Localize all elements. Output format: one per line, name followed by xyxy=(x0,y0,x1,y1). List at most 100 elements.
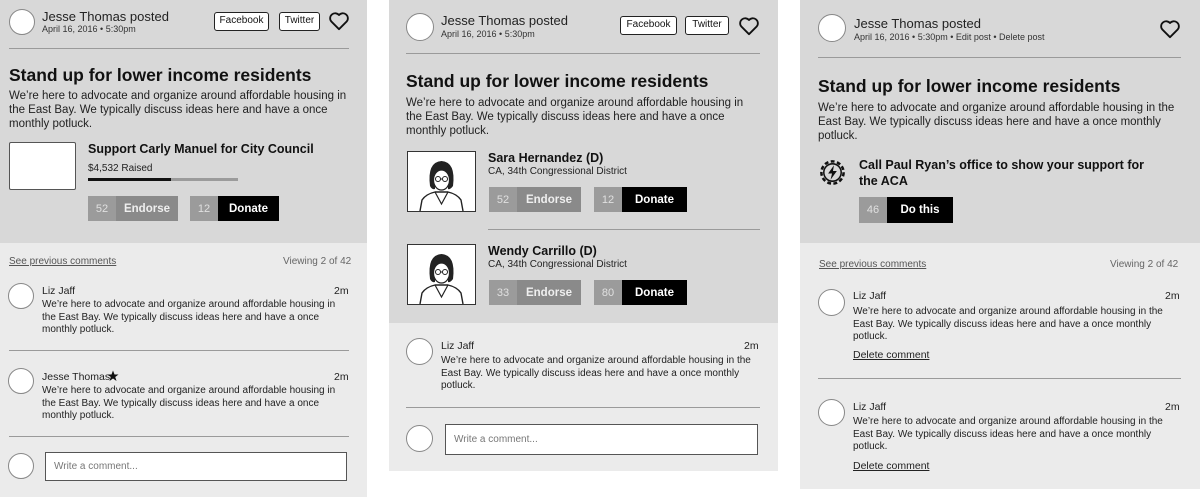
campaign-title[interactable]: Support Carly Manuel for City Council xyxy=(88,142,314,156)
comment-avatar[interactable] xyxy=(818,399,845,426)
comment-author[interactable]: Liz Jaff xyxy=(441,340,474,352)
comment-avatar[interactable] xyxy=(406,338,433,365)
post-title: Stand up for lower income residents xyxy=(818,76,1121,96)
comment-time: 2m xyxy=(334,285,349,297)
divider xyxy=(9,350,349,351)
comment-input[interactable]: Write a comment... xyxy=(445,424,758,455)
candidate-district: CA, 34th Congressional District xyxy=(488,166,627,177)
donate-button[interactable]: 80 Donate xyxy=(594,280,687,305)
delete-comment-link[interactable]: Delete comment xyxy=(853,460,929,472)
endorse-count: 52 xyxy=(88,196,116,221)
comment-text: We’re here to advocate and organize arou… xyxy=(441,355,751,391)
post-date: April 16, 2016 • 5:30pm xyxy=(42,24,136,34)
twitter-share-button[interactable]: Twitter xyxy=(279,12,320,31)
candidate-district: CA, 34th Congressional District xyxy=(488,259,627,270)
comment-text: We’re here to advocate and organize arou… xyxy=(853,306,1163,342)
comment-avatar[interactable] xyxy=(8,283,34,309)
facebook-share-button[interactable]: Facebook xyxy=(620,16,677,35)
divider xyxy=(488,229,760,230)
post-description: We’re here to advocate and organize arou… xyxy=(9,90,347,130)
comments-area: See previous comments Viewing 2 of 42 Li… xyxy=(0,243,367,497)
divider xyxy=(818,57,1181,58)
candidate-portrait-icon xyxy=(407,244,476,305)
action-label: Do this xyxy=(887,197,953,223)
comment-avatar[interactable] xyxy=(8,368,34,394)
post-description: We’re here to advocate and organize arou… xyxy=(406,97,744,137)
current-user-avatar xyxy=(8,453,34,479)
divider xyxy=(9,436,349,437)
campaign-image xyxy=(9,142,76,190)
viewing-count: Viewing 2 of 42 xyxy=(1110,259,1179,270)
comment-time: 2m xyxy=(1165,401,1180,413)
post-author[interactable]: Jesse Thomas posted xyxy=(441,13,568,28)
current-user-avatar xyxy=(406,425,433,452)
donate-count: 12 xyxy=(594,187,622,212)
donate-button[interactable]: 12 Donate xyxy=(594,187,687,212)
author-avatar[interactable] xyxy=(406,13,434,41)
action-count: 46 xyxy=(859,197,887,223)
comment-text: We’re here to advocate and organize arou… xyxy=(42,385,336,421)
post-header-area: Jesse Thomas posted April 16, 2016 • 5:3… xyxy=(800,0,1200,243)
comment-author[interactable]: Jesse Thomas xyxy=(42,371,110,383)
do-this-button[interactable]: 46 Do this xyxy=(859,197,953,223)
candidate-name[interactable]: Sara Hernandez (D) xyxy=(488,151,603,165)
endorse-button[interactable]: 52 Endorse xyxy=(88,196,178,221)
post-title: Stand up for lower income residents xyxy=(9,65,312,85)
divider xyxy=(818,378,1181,379)
post-description: We’re here to advocate and organize arou… xyxy=(818,102,1175,142)
heart-icon[interactable] xyxy=(328,11,350,31)
post-date: April 16, 2016 • 5:30pm xyxy=(441,29,535,39)
post-date-with-actions[interactable]: April 16, 2016 • 5:30pm • Edit post • De… xyxy=(854,32,1045,42)
delete-comment-link[interactable]: Delete comment xyxy=(853,349,929,361)
comment-time: 2m xyxy=(334,371,349,383)
endorse-label: Endorse xyxy=(116,196,178,221)
comment-text: We’re here to advocate and organize arou… xyxy=(42,299,336,335)
donate-label: Donate xyxy=(622,187,687,212)
comments-area: See previous comments Viewing 2 of 42 Li… xyxy=(800,243,1200,489)
post-card-candidates: Jesse Thomas posted April 16, 2016 • 5:3… xyxy=(389,0,778,471)
author-avatar[interactable] xyxy=(818,14,846,42)
candidate-name[interactable]: Wendy Carrillo (D) xyxy=(488,244,597,258)
donate-count: 80 xyxy=(594,280,622,305)
endorse-button[interactable]: 33 Endorse xyxy=(489,280,581,305)
raised-progress-fill xyxy=(88,178,171,181)
divider xyxy=(406,407,760,408)
donate-count: 12 xyxy=(190,196,218,221)
comment-text: We’re here to advocate and organize arou… xyxy=(853,416,1163,452)
raised-progress-bar xyxy=(88,178,238,181)
endorse-button[interactable]: 52 Endorse xyxy=(489,187,581,212)
comment-time: 2m xyxy=(1165,290,1180,302)
endorse-count: 52 xyxy=(489,187,517,212)
comment-avatar[interactable] xyxy=(818,289,845,316)
divider xyxy=(406,53,760,54)
donate-label: Donate xyxy=(622,280,687,305)
facebook-share-button[interactable]: Facebook xyxy=(214,12,269,31)
candidate-portrait-icon xyxy=(407,151,476,212)
comment-author[interactable]: Liz Jaff xyxy=(42,285,75,297)
author-avatar[interactable] xyxy=(9,9,35,35)
donate-label: Donate xyxy=(218,196,279,221)
endorse-count: 33 xyxy=(489,280,517,305)
comment-author[interactable]: Liz Jaff xyxy=(853,401,886,413)
viewing-count: Viewing 2 of 42 xyxy=(283,256,352,267)
raised-amount: $4,532 Raised xyxy=(88,163,153,174)
post-header-area: Jesse Thomas posted April 16, 2016 • 5:3… xyxy=(0,0,367,243)
comment-author[interactable]: Liz Jaff xyxy=(853,290,886,302)
endorse-label: Endorse xyxy=(517,187,581,212)
comment-time: 2m xyxy=(744,340,759,352)
twitter-share-button[interactable]: Twitter xyxy=(685,16,729,35)
comments-area: Liz Jaff 2m We’re here to advocate and o… xyxy=(389,323,778,471)
see-previous-comments-link[interactable]: See previous comments xyxy=(9,256,116,267)
post-header-area: Jesse Thomas posted April 16, 2016 • 5:3… xyxy=(389,0,778,323)
comment-input[interactable]: Write a comment... xyxy=(45,452,347,481)
heart-icon[interactable] xyxy=(738,16,760,36)
post-author[interactable]: Jesse Thomas posted xyxy=(854,16,981,31)
post-author[interactable]: Jesse Thomas posted xyxy=(42,9,169,24)
lightning-gear-icon xyxy=(820,160,845,185)
see-previous-comments-link[interactable]: See previous comments xyxy=(819,259,926,270)
donate-button[interactable]: 12 Donate xyxy=(190,196,279,221)
post-card-action: Jesse Thomas posted April 16, 2016 • 5:3… xyxy=(800,0,1200,489)
action-title[interactable]: Call Paul Ryan’s office to show your sup… xyxy=(859,157,1159,189)
post-title: Stand up for lower income residents xyxy=(406,71,709,91)
heart-icon[interactable] xyxy=(1159,19,1181,39)
